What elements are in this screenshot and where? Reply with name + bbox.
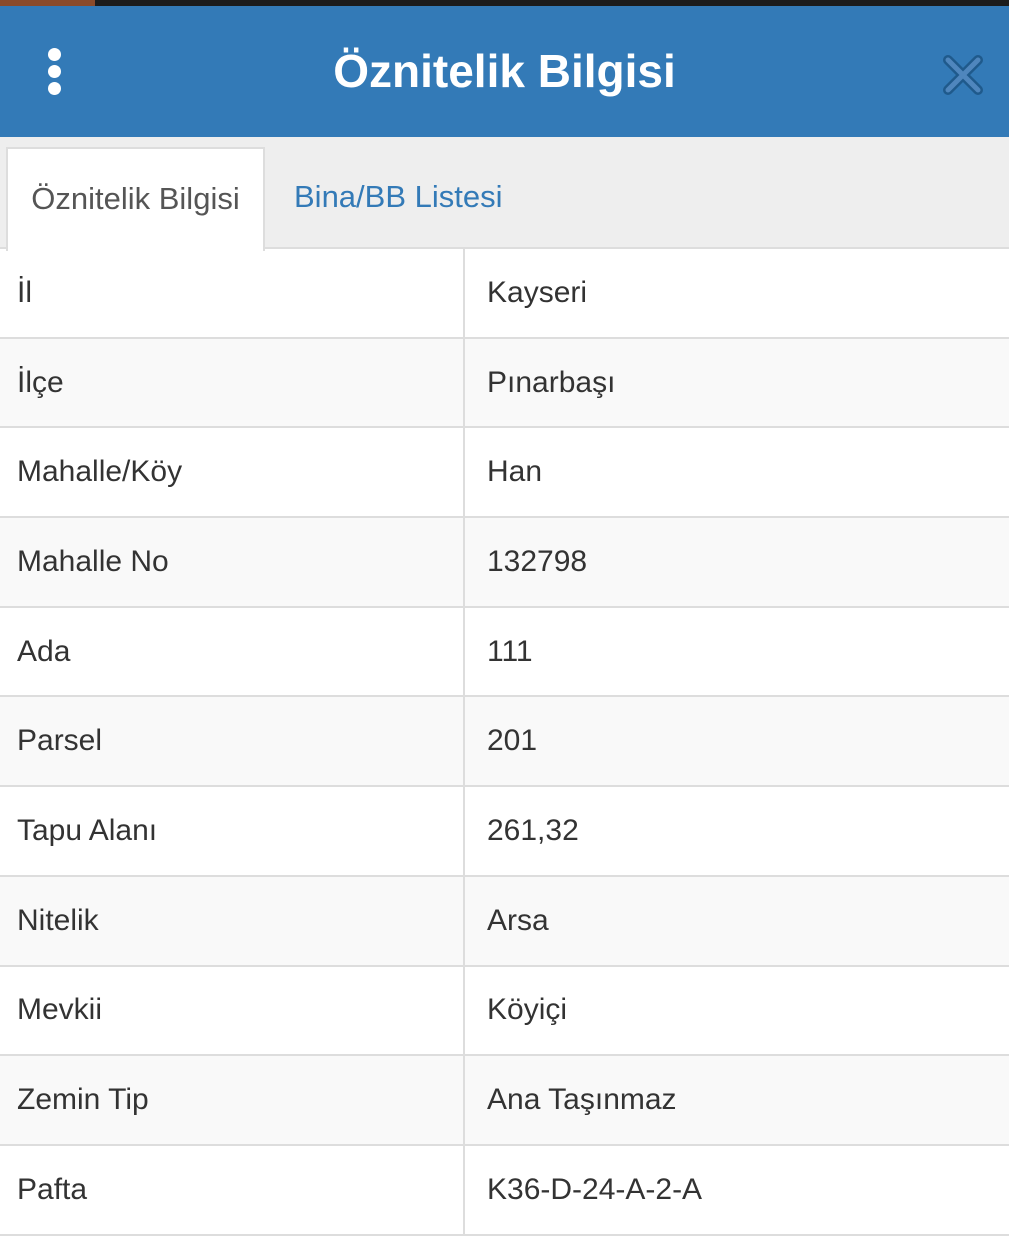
table-row: Mahalle/Köy Han xyxy=(0,428,1009,519)
row-label: Zemin Tip xyxy=(0,1056,465,1144)
table-row: Ada 111 xyxy=(0,607,1009,698)
table-row: Tapu Alanı 261,32 xyxy=(0,787,1009,877)
row-label: Parsel xyxy=(0,697,465,786)
row-value: 261,32 xyxy=(487,813,579,847)
row-value: Arsa xyxy=(487,903,549,937)
row-label: İlçe xyxy=(0,338,465,427)
row-label: Mahalle No xyxy=(0,518,465,606)
tab-bina-bb-listesi[interactable]: Bina/BB Listesi xyxy=(294,147,503,249)
table-row: Pafta K36-D-24-A-2-A xyxy=(0,1145,1009,1236)
row-label: Nitelik xyxy=(0,876,465,965)
row-value: Kayseri xyxy=(487,275,588,309)
close-icon[interactable] xyxy=(938,50,988,100)
row-value: 111 xyxy=(487,634,533,668)
table-row: Mevkii Köyiçi xyxy=(0,966,1009,1057)
panel-title: Öznitelik Bilgisi xyxy=(333,45,676,97)
vertical-dots-icon[interactable] xyxy=(30,36,80,106)
row-label: Ada xyxy=(0,607,465,696)
panel-header: Öznitelik Bilgisi xyxy=(0,6,1009,137)
row-label: Mevkii xyxy=(0,966,465,1055)
row-label: İl xyxy=(0,249,465,337)
row-label: Mahalle/Köy xyxy=(0,428,465,517)
attribute-table: İl Kayseri İlçe Pınarbaşı Mahalle/Köy Ha… xyxy=(0,249,1009,1236)
tab-oznitelik-bilgisi[interactable]: Öznitelik Bilgisi xyxy=(6,147,265,251)
tab-bar: Öznitelik Bilgisi Bina/BB Listesi xyxy=(0,137,1009,251)
table-row: Zemin Tip Ana Taşınmaz xyxy=(0,1056,1009,1146)
table-row: İl Kayseri xyxy=(0,249,1009,339)
table-row: Mahalle No 132798 xyxy=(0,518,1009,608)
row-label: Pafta xyxy=(0,1145,465,1234)
table-row: Parsel 201 xyxy=(0,697,1009,788)
row-value: Köyiçi xyxy=(487,993,568,1027)
row-value: K36-D-24-A-2-A xyxy=(487,1172,703,1206)
row-label: Tapu Alanı xyxy=(0,787,465,875)
row-value: Han xyxy=(487,455,543,489)
table-row: Nitelik Arsa xyxy=(0,876,1009,967)
row-value: Pınarbaşı xyxy=(487,365,616,399)
table-row: İlçe Pınarbaşı xyxy=(0,338,1009,429)
row-value: 201 xyxy=(487,724,538,758)
row-value: 132798 xyxy=(487,544,588,578)
row-value: Ana Taşınmaz xyxy=(487,1083,677,1117)
